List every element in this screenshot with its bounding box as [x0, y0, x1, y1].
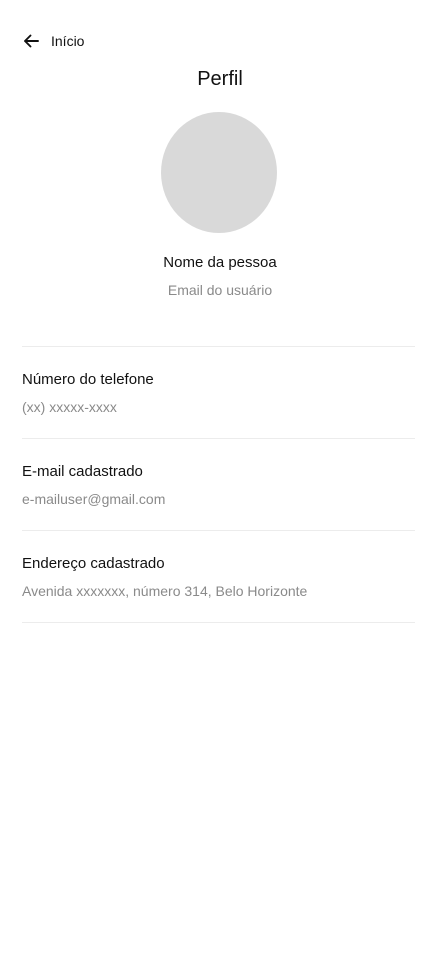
profile-name: Nome da pessoa: [163, 254, 277, 271]
back-button[interactable]: Início: [22, 30, 84, 52]
info-row-phone: Número do telefone (xx) xxxxx-xxxx: [22, 347, 415, 439]
info-value: Avenida xxxxxxx, número 314, Belo Horizo…: [22, 583, 308, 599]
info-value: (xx) xxxxx-xxxx: [22, 399, 117, 415]
avatar: [161, 112, 277, 233]
profile-info-list: Número do telefone (xx) xxxxx-xxxx E-mai…: [22, 346, 415, 623]
info-label: Endereço cadastrado: [22, 555, 165, 572]
profile-email: Email do usuário: [167, 282, 273, 298]
info-row-address: Endereço cadastrado Avenida xxxxxxx, núm…: [22, 531, 415, 623]
info-label: Número do telefone: [22, 371, 154, 388]
back-label: Início: [51, 33, 85, 49]
page-title: Perfil: [197, 68, 243, 90]
arrow-left-icon: [22, 32, 40, 50]
info-value: e-mailuser@gmail.com: [22, 491, 166, 507]
info-row-email: E-mail cadastrado e-mailuser@gmail.com: [22, 439, 415, 531]
info-label: E-mail cadastrado: [22, 463, 143, 480]
